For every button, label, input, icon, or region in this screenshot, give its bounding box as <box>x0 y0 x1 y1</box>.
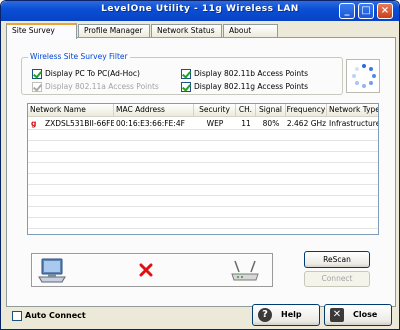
close-label: Close <box>353 310 378 319</box>
minimize-button[interactable]: _ <box>339 3 355 19</box>
close-icon: ✕ <box>330 308 344 322</box>
option-80211b[interactable]: Display 802.11b Access Points <box>181 68 308 79</box>
tab-strip: Site Survey Profile Manager Network Stat… <box>6 23 396 39</box>
auto-connect-label: Auto Connect <box>25 311 86 320</box>
network-list[interactable]: Network Name MAC Address Security CH. Si… <box>27 103 379 235</box>
col-network-type[interactable]: Network Type <box>327 104 378 117</box>
80211a-label: Display 802.11a Access Points <box>45 82 159 91</box>
adhoc-checkbox[interactable] <box>32 68 42 79</box>
scan-spinner-icon <box>346 59 380 93</box>
app-window: LevelOne Utility - 11g Wireless LAN _ □ … <box>0 0 400 330</box>
connect-button: Connect <box>304 271 370 287</box>
auto-connect-checkbox[interactable] <box>12 310 22 321</box>
80211b-label: Display 802.11b Access Points <box>194 69 309 78</box>
tab-network-status[interactable]: Network Status <box>151 24 222 38</box>
tab-about[interactable]: About <box>223 24 278 38</box>
close-button[interactable]: ✕ Close <box>324 304 392 326</box>
option-80211g[interactable]: Display 802.11g Access Points <box>181 81 308 92</box>
mac-cell: 00:16:E3:66:FE:4F <box>116 119 185 128</box>
auto-connect-option[interactable]: Auto Connect <box>12 310 86 321</box>
router-icon <box>231 260 259 281</box>
option-adhoc[interactable]: Display PC To PC(Ad-Hoc) <box>32 68 140 79</box>
col-channel[interactable]: CH. <box>236 104 256 117</box>
connection-status-panel <box>31 253 273 287</box>
adhoc-label: Display PC To PC(Ad-Hoc) <box>45 69 140 78</box>
80211a-checkbox <box>32 81 42 92</box>
frequency-cell: 2.462 GHz <box>286 119 327 128</box>
network-row[interactable]: g ZXDSL531BII-66FE... 00:16:E3:66:FE:4F … <box>28 118 379 129</box>
title-bar[interactable]: LevelOne Utility - 11g Wireless LAN _ □ … <box>1 1 399 21</box>
red-x-icon <box>139 263 153 277</box>
col-network-name[interactable]: Network Name <box>28 104 114 117</box>
col-security[interactable]: Security <box>194 104 236 117</box>
col-signal[interactable]: Signal <box>256 104 286 117</box>
channel-cell: 11 <box>241 119 251 128</box>
network-list-header: Network Name MAC Address Security CH. Si… <box>28 104 378 117</box>
option-80211a: Display 802.11a Access Points <box>32 81 159 92</box>
mode-marker: g <box>31 119 37 128</box>
maximize-button[interactable]: □ <box>358 3 374 19</box>
80211g-label: Display 802.11g Access Points <box>194 82 309 91</box>
rescan-button[interactable]: ReScan <box>304 251 370 268</box>
help-icon: ? <box>258 308 272 322</box>
filter-group-title: Wireless Site Survey Filter <box>28 52 130 61</box>
tab-site-survey[interactable]: Site Survey <box>6 23 77 39</box>
col-frequency[interactable]: Frequency <box>286 104 327 117</box>
help-button[interactable]: ? Help <box>252 304 320 326</box>
tab-profile-manager[interactable]: Profile Manager <box>78 24 150 38</box>
80211b-checkbox[interactable] <box>181 68 191 79</box>
security-cell: WEP <box>206 119 224 128</box>
computer-icon <box>38 258 66 283</box>
network-name-cell: ZXDSL531BII-66FE... <box>45 119 114 128</box>
help-label: Help <box>281 310 302 319</box>
network-type-cell: Infrastructure <box>329 119 379 128</box>
80211g-checkbox[interactable] <box>181 81 191 92</box>
signal-cell: 80% <box>262 119 280 128</box>
col-mac-address[interactable]: MAC Address <box>114 104 194 117</box>
close-window-button[interactable]: × <box>377 3 393 19</box>
